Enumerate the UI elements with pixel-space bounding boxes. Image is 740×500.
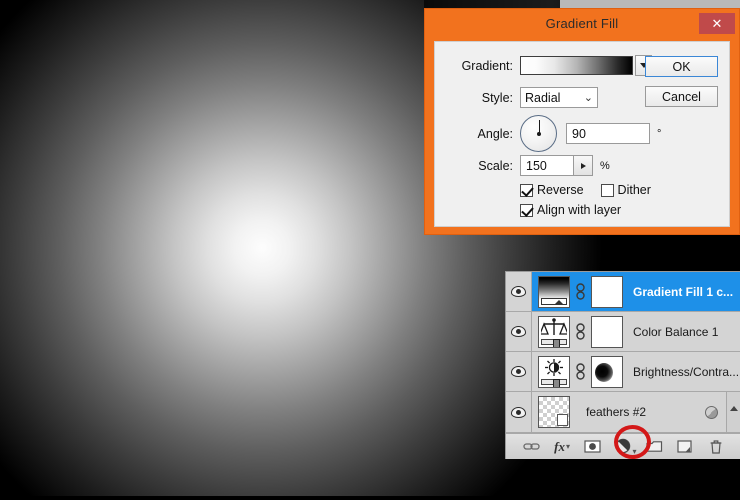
- layer-name: Color Balance 1: [633, 325, 718, 339]
- dither-label: Dither: [618, 183, 651, 197]
- ok-button[interactable]: OK: [645, 56, 718, 77]
- layer-row-brightness-contrast[interactable]: Brightness/Contra...: [506, 352, 740, 392]
- chevron-right-icon: [581, 163, 586, 169]
- layers-toolbar: fx▾ ▾: [506, 433, 740, 459]
- scroll-up-icon[interactable]: [730, 406, 738, 411]
- visibility-toggle[interactable]: [506, 272, 532, 311]
- cancel-button[interactable]: Cancel: [645, 86, 718, 107]
- angle-row: Angle: 90 °: [435, 115, 729, 152]
- chevron-down-icon: ▾: [566, 442, 570, 451]
- align-with-layer-label: Align with layer: [537, 203, 621, 217]
- new-layer-button[interactable]: [674, 437, 696, 457]
- layer-thumbnail[interactable]: [538, 396, 570, 428]
- photoshop-screen: Gradient Fill ✕ Gradient: Style: Radial …: [0, 0, 740, 500]
- dither-checkbox[interactable]: [601, 184, 614, 197]
- close-icon[interactable]: ✕: [699, 13, 735, 34]
- layer-name: Brightness/Contra...: [633, 365, 739, 379]
- chevron-down-icon: ⌄: [584, 91, 593, 104]
- new-group-button[interactable]: [643, 437, 665, 457]
- delete-layer-button[interactable]: [705, 437, 727, 457]
- link-icon[interactable]: [575, 280, 586, 304]
- gradient-label: Gradient:: [435, 59, 513, 73]
- mask-icon: [584, 440, 601, 453]
- dialog-title: Gradient Fill: [546, 16, 619, 31]
- layers-panel: Gradient Fill 1 c...: [505, 271, 740, 459]
- fx-icon: fx: [554, 439, 565, 455]
- layer-mask-thumbnail[interactable]: [591, 276, 623, 308]
- folder-icon: [646, 440, 663, 453]
- new-adjustment-layer-button[interactable]: ▾: [612, 437, 634, 457]
- style-selected-value: Radial: [525, 91, 581, 105]
- layer-row-color-balance[interactable]: Color Balance 1: [506, 312, 740, 352]
- layer-mask-thumbnail[interactable]: [591, 356, 623, 388]
- dialog-body: Gradient: Style: Radial ⌄ Angle:: [434, 41, 730, 227]
- angle-input[interactable]: 90: [566, 123, 650, 144]
- scale-row: Scale: 150 %: [435, 155, 729, 176]
- layer-row-feathers[interactable]: feathers #2: [506, 392, 740, 432]
- link-icon[interactable]: [575, 320, 586, 344]
- link-icon[interactable]: [575, 360, 586, 384]
- scale-dropdown-button[interactable]: [574, 155, 593, 176]
- layer-name: Gradient Fill 1 c...: [633, 285, 733, 299]
- visibility-toggle[interactable]: [506, 392, 532, 432]
- style-select[interactable]: Radial ⌄: [520, 87, 598, 108]
- angle-unit-label: °: [657, 128, 661, 140]
- layer-row-gradient-fill[interactable]: Gradient Fill 1 c...: [506, 272, 740, 312]
- half-circle-icon: [615, 438, 632, 455]
- gradient-preview-swatch[interactable]: [520, 56, 633, 75]
- angle-dial[interactable]: [520, 115, 557, 152]
- layer-thumbnail[interactable]: [538, 316, 570, 348]
- gradient-fill-dialog: Gradient Fill ✕ Gradient: Style: Radial …: [424, 8, 740, 235]
- layer-style-indicator-icon[interactable]: [705, 406, 718, 419]
- layer-mask-thumbnail[interactable]: [591, 316, 623, 348]
- angle-label: Angle:: [435, 127, 513, 141]
- eye-icon: [511, 326, 526, 337]
- reverse-label: Reverse: [537, 183, 584, 197]
- layer-name: feathers #2: [586, 405, 646, 419]
- visibility-toggle[interactable]: [506, 352, 532, 391]
- layer-thumbnail[interactable]: [538, 356, 570, 388]
- scale-input[interactable]: 150: [520, 155, 574, 176]
- adjustment-slider-icon: [541, 379, 567, 385]
- checkbox-row-1: Reverse Dither: [520, 183, 651, 197]
- adjustment-slider-icon: [541, 339, 567, 345]
- dialog-titlebar[interactable]: Gradient Fill ✕: [425, 9, 739, 37]
- trash-icon: [709, 439, 723, 454]
- checkbox-row-2: Align with layer: [520, 203, 621, 217]
- align-with-layer-checkbox[interactable]: [520, 204, 533, 217]
- scale-label: Scale:: [435, 159, 513, 173]
- eye-icon: [511, 366, 526, 377]
- canvas-bottom-edge: [0, 496, 740, 500]
- visibility-toggle[interactable]: [506, 312, 532, 351]
- layer-style-button[interactable]: fx▾: [551, 437, 573, 457]
- layers-scrollbar[interactable]: [726, 392, 740, 432]
- eye-icon: [511, 407, 526, 418]
- eye-icon: [511, 286, 526, 297]
- add-layer-mask-button[interactable]: [582, 437, 604, 457]
- new-layer-icon: [677, 440, 692, 453]
- chevron-down-icon: ▾: [632, 447, 636, 456]
- scale-unit-label: %: [600, 160, 610, 172]
- link-icon: [523, 441, 540, 452]
- angle-hub: [537, 132, 541, 136]
- layer-thumbnail[interactable]: [538, 276, 570, 308]
- link-layers-button[interactable]: [520, 437, 542, 457]
- style-label: Style:: [435, 91, 513, 105]
- reverse-checkbox[interactable]: [520, 184, 533, 197]
